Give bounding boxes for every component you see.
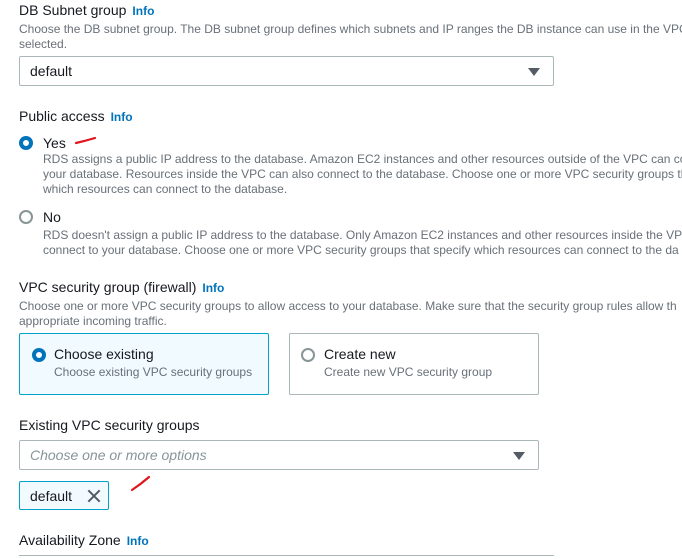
remove-token-icon[interactable] [87,489,101,503]
public-access-no-radio[interactable] [19,210,33,224]
db-subnet-group-info-link[interactable]: Info [132,4,154,18]
db-subnet-group-value: default [30,63,73,79]
vpc-security-group-heading: VPC security group (firewall) Info [19,279,224,297]
annotation-stroke [130,475,151,492]
vpc-security-group-info-link[interactable]: Info [202,281,224,295]
caret-down-icon [528,68,540,76]
public-access-yes-option[interactable]: Yes [19,135,119,153]
create-new-subtitle: Create new VPC security group [324,365,493,379]
availability-zone-heading: Availability Zone Info [19,532,149,550]
db-subnet-group-select[interactable]: default [19,56,554,86]
vpc-security-group-description: Choose one or more VPC security groups t… [19,299,677,328]
public-access-no-option[interactable]: No [19,209,119,227]
token-label: default [30,488,73,504]
public-access-yes-description: RDS assigns a public IP address to the d… [43,152,682,196]
db-subnet-group-description: Choose the DB subnet group. The DB subne… [19,22,682,51]
public-access-yes-radio[interactable] [19,136,33,150]
public-access-yes-label: Yes [43,135,66,151]
caret-down-icon [513,452,525,460]
public-access-label: Public access [19,108,105,124]
create-new-card[interactable]: Create new Create new VPC security group [289,333,539,395]
token-default: default [19,481,109,510]
db-subnet-group-label: DB Subnet group [19,2,127,18]
create-new-title: Create new [324,346,396,362]
public-access-heading: Public access Info [19,108,133,126]
create-new-radio[interactable] [301,348,315,362]
existing-vpc-security-groups-label: Existing VPC security groups [19,417,200,433]
choose-existing-radio[interactable] [32,348,46,362]
choose-existing-subtitle: Choose existing VPC security groups [54,365,253,379]
choose-existing-card[interactable]: Choose existing Choose existing VPC secu… [19,333,269,395]
availability-zone-select-edge[interactable] [19,555,554,559]
public-access-info-link[interactable]: Info [111,110,133,124]
choose-existing-title: Choose existing [54,346,154,362]
existing-vpc-security-groups-select[interactable]: Choose one or more options [19,440,539,470]
annotation-stroke [74,136,97,145]
db-subnet-group-heading: DB Subnet group Info [19,2,154,20]
existing-vpc-security-groups-placeholder: Choose one or more options [30,447,207,463]
availability-zone-info-link[interactable]: Info [127,534,149,548]
public-access-no-description: RDS doesn't assign a public IP address t… [43,228,682,257]
vpc-security-group-label: VPC security group (firewall) [19,279,197,295]
public-access-no-label: No [43,209,61,225]
availability-zone-label: Availability Zone [19,532,121,548]
